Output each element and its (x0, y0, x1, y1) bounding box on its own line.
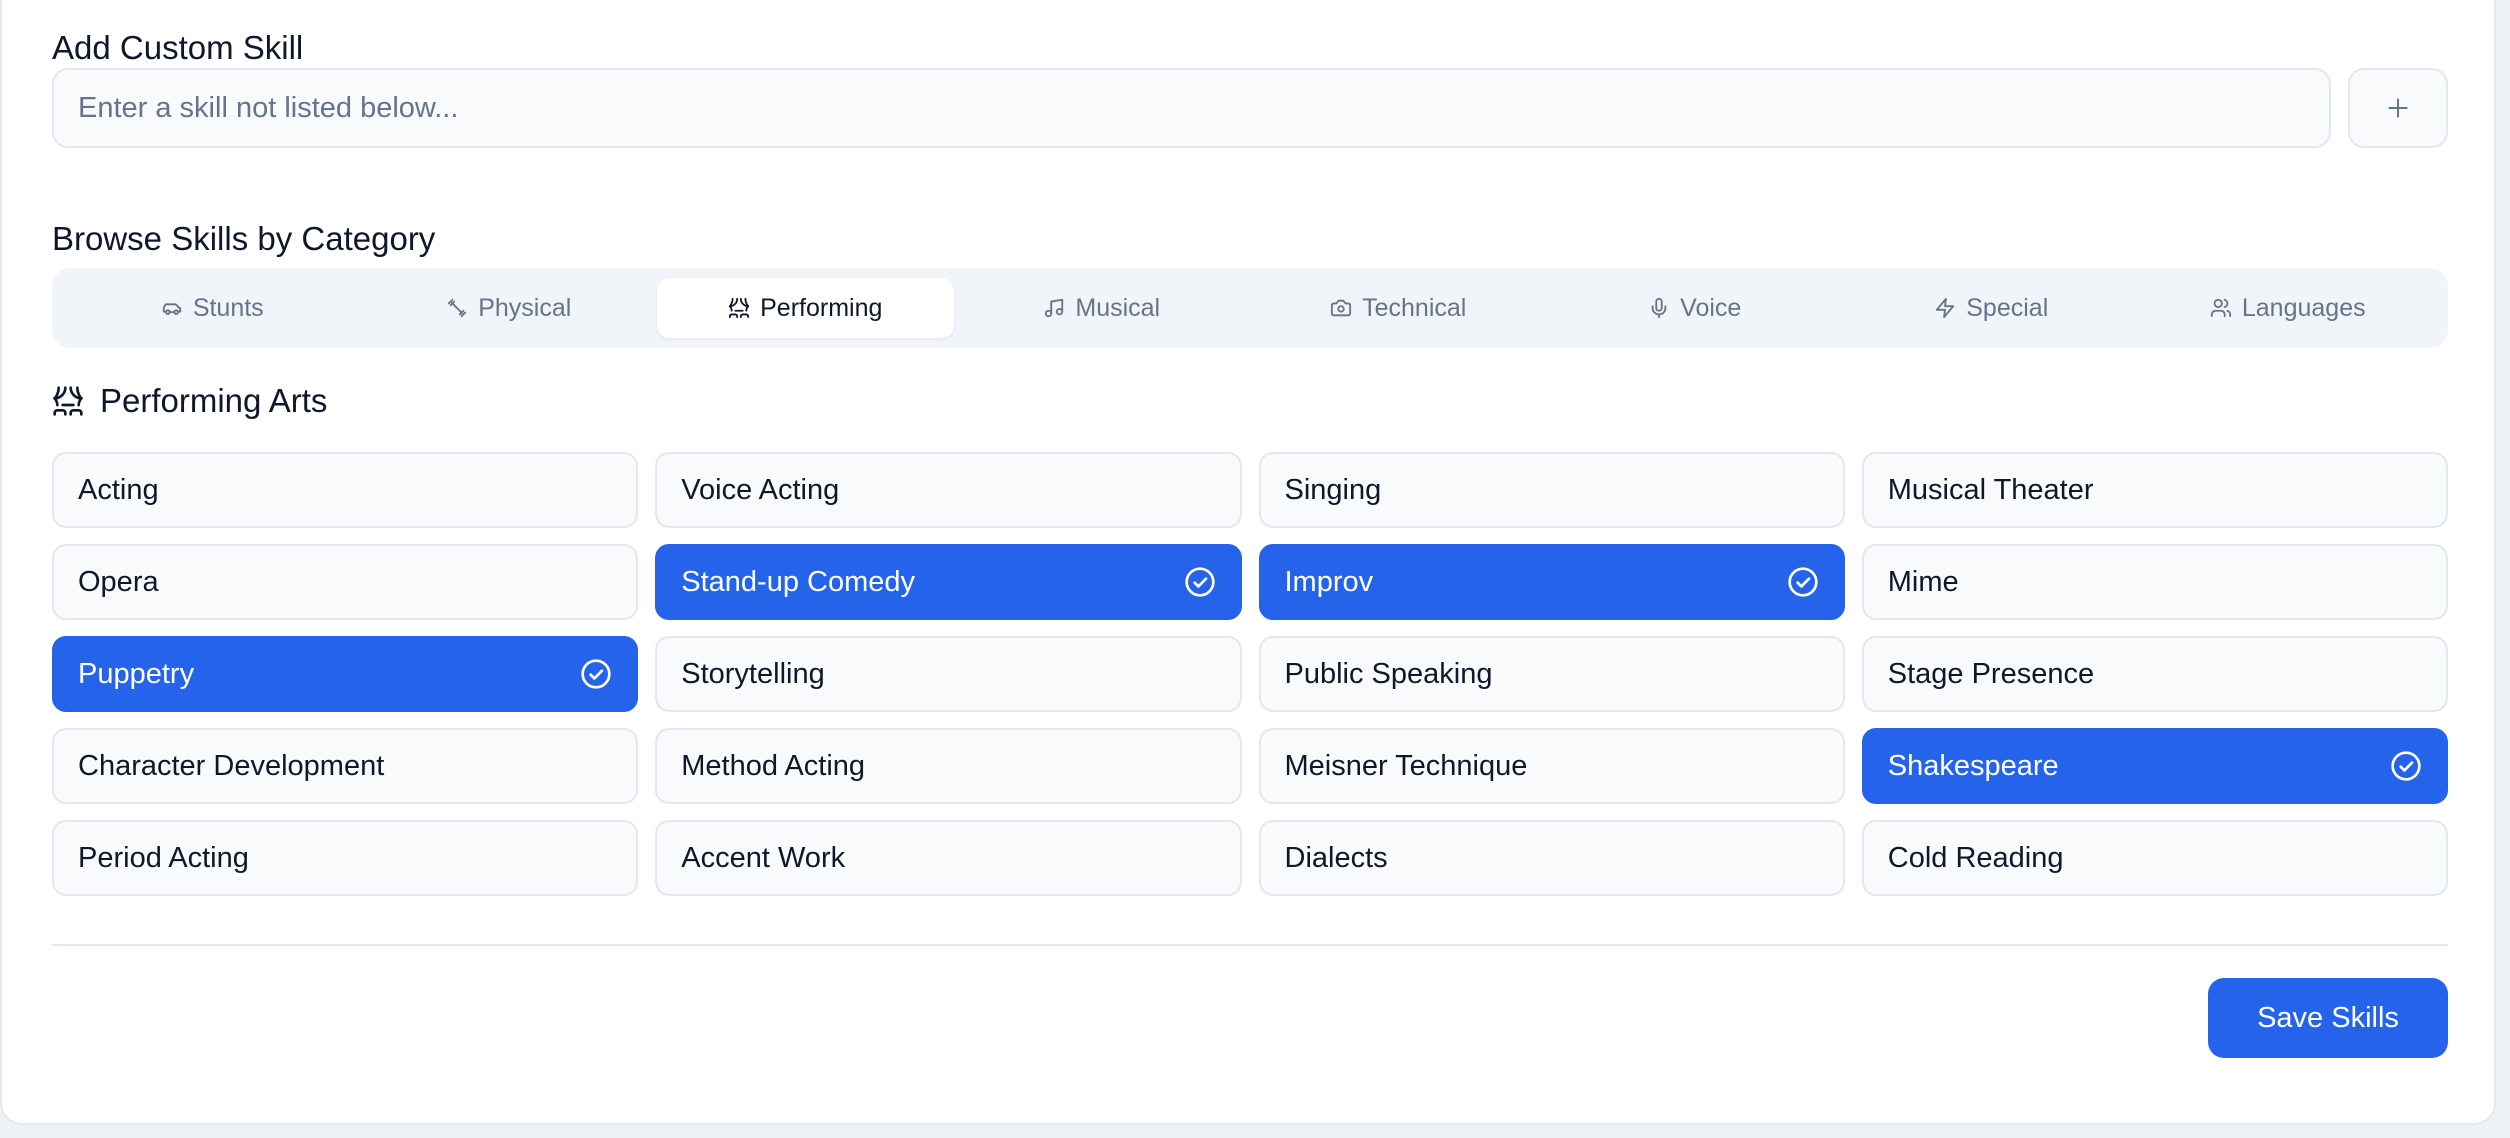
theater-icon (53, 386, 83, 416)
skill-chip[interactable]: Dialects (1258, 820, 1845, 896)
skill-chip[interactable]: Accent Work (655, 820, 1242, 896)
users-icon (2210, 298, 2231, 318)
skill-label: Singing (1284, 473, 1382, 506)
tab-label: Languages (2241, 293, 2366, 322)
category-title: Performing Arts (100, 382, 328, 419)
skill-label: Opera (78, 565, 159, 598)
check-circle-icon (581, 659, 611, 689)
browse-title: Browse Skills by Category (52, 220, 436, 257)
skill-chip[interactable]: Shakespeare (1861, 728, 2448, 804)
tab-languages[interactable]: Languages (2140, 278, 2437, 338)
tab-physical[interactable]: Physical (361, 278, 658, 338)
tab-performing[interactable]: Performing (657, 278, 954, 338)
tab-label: Voice (1680, 293, 1742, 322)
skill-chip[interactable]: Stand-up Comedy (655, 544, 1242, 620)
skills-card: Add Custom Skill Browse Skills by Catego… (0, 0, 2496, 1125)
add-skill-button[interactable] (2348, 68, 2448, 148)
skill-chip[interactable]: Cold Reading (1861, 820, 2448, 896)
mic-icon (1651, 297, 1667, 319)
skill-label: Puppetry (78, 657, 195, 690)
skill-label: Method Acting (681, 749, 866, 782)
tab-stunts[interactable]: Stunts (64, 278, 361, 338)
skill-label: Musical Theater (1887, 473, 2094, 506)
theater-icon (729, 297, 750, 319)
skill-label: Stage Presence (1887, 657, 2095, 690)
skill-label: Mime (1887, 565, 1959, 598)
tab-label: Performing (760, 293, 883, 322)
custom-skill-title: Add Custom Skill (52, 29, 304, 66)
category-heading: Performing Arts (52, 382, 327, 420)
skill-label: Character Development (78, 749, 385, 782)
skill-chip[interactable]: Meisner Technique (1258, 728, 1845, 804)
skill-chip[interactable]: Period Acting (52, 820, 639, 896)
skill-chip[interactable]: Method Acting (655, 728, 1242, 804)
tab-label: Physical (478, 293, 572, 322)
dumbbell-icon (448, 298, 467, 318)
zap-icon (1936, 297, 1955, 319)
check-circle-icon (1184, 567, 1215, 597)
divider (52, 944, 2448, 946)
category-tabs: Stunts Physical Performing Musical Techn… (52, 268, 2448, 348)
tab-label: Stunts (192, 293, 264, 322)
save-skills-button[interactable]: Save Skills (2208, 978, 2448, 1058)
check-circle-icon (1788, 567, 1818, 597)
skill-label: Voice Acting (681, 473, 840, 506)
skill-label: Cold Reading (1887, 841, 2064, 874)
car-icon (162, 303, 181, 315)
skill-label: Acting (78, 473, 159, 506)
camera-icon (1331, 299, 1352, 317)
tab-label: Technical (1362, 293, 1467, 322)
skill-label: Shakespeare (1887, 749, 2059, 782)
skill-label: Meisner Technique (1284, 749, 1528, 782)
music-icon (1045, 298, 1064, 318)
skill-chip[interactable]: Puppetry (52, 636, 639, 712)
tab-voice[interactable]: Voice (1547, 278, 1844, 338)
skill-chip[interactable]: Opera (52, 544, 639, 620)
skill-label: Stand-up Comedy (681, 565, 915, 598)
plus-icon (2388, 98, 2408, 118)
skill-chip[interactable]: Voice Acting (655, 452, 1242, 528)
tab-label: Musical (1075, 293, 1161, 322)
tab-technical[interactable]: Technical (1250, 278, 1547, 338)
tab-musical[interactable]: Musical (954, 278, 1251, 338)
skill-chip[interactable]: Stage Presence (1861, 636, 2448, 712)
skill-chip[interactable]: Musical Theater (1861, 452, 2448, 528)
skill-label: Accent Work (681, 841, 846, 874)
skill-label: Period Acting (78, 841, 249, 874)
skill-chip[interactable]: Acting (52, 452, 639, 528)
skill-grid: Acting Voice Acting Singing Musical Theater… (52, 452, 2448, 896)
skill-label: Storytelling (681, 657, 825, 690)
skill-chip[interactable]: Singing (1258, 452, 1845, 528)
skill-label: Public Speaking (1284, 657, 1493, 690)
tab-label: Special (1966, 293, 2049, 322)
skill-chip[interactable]: Character Development (52, 728, 639, 804)
skill-chip[interactable]: Storytelling (655, 636, 1242, 712)
skill-chip[interactable]: Public Speaking (1258, 636, 1845, 712)
check-circle-icon (2391, 751, 2421, 781)
tab-special[interactable]: Special (1843, 278, 2140, 338)
skill-chip[interactable]: Improv (1258, 544, 1845, 620)
skill-label: Improv (1284, 565, 1374, 598)
skill-label: Dialects (1284, 841, 1388, 874)
skill-chip[interactable]: Mime (1861, 544, 2448, 620)
custom-skill-input[interactable] (52, 68, 2331, 148)
